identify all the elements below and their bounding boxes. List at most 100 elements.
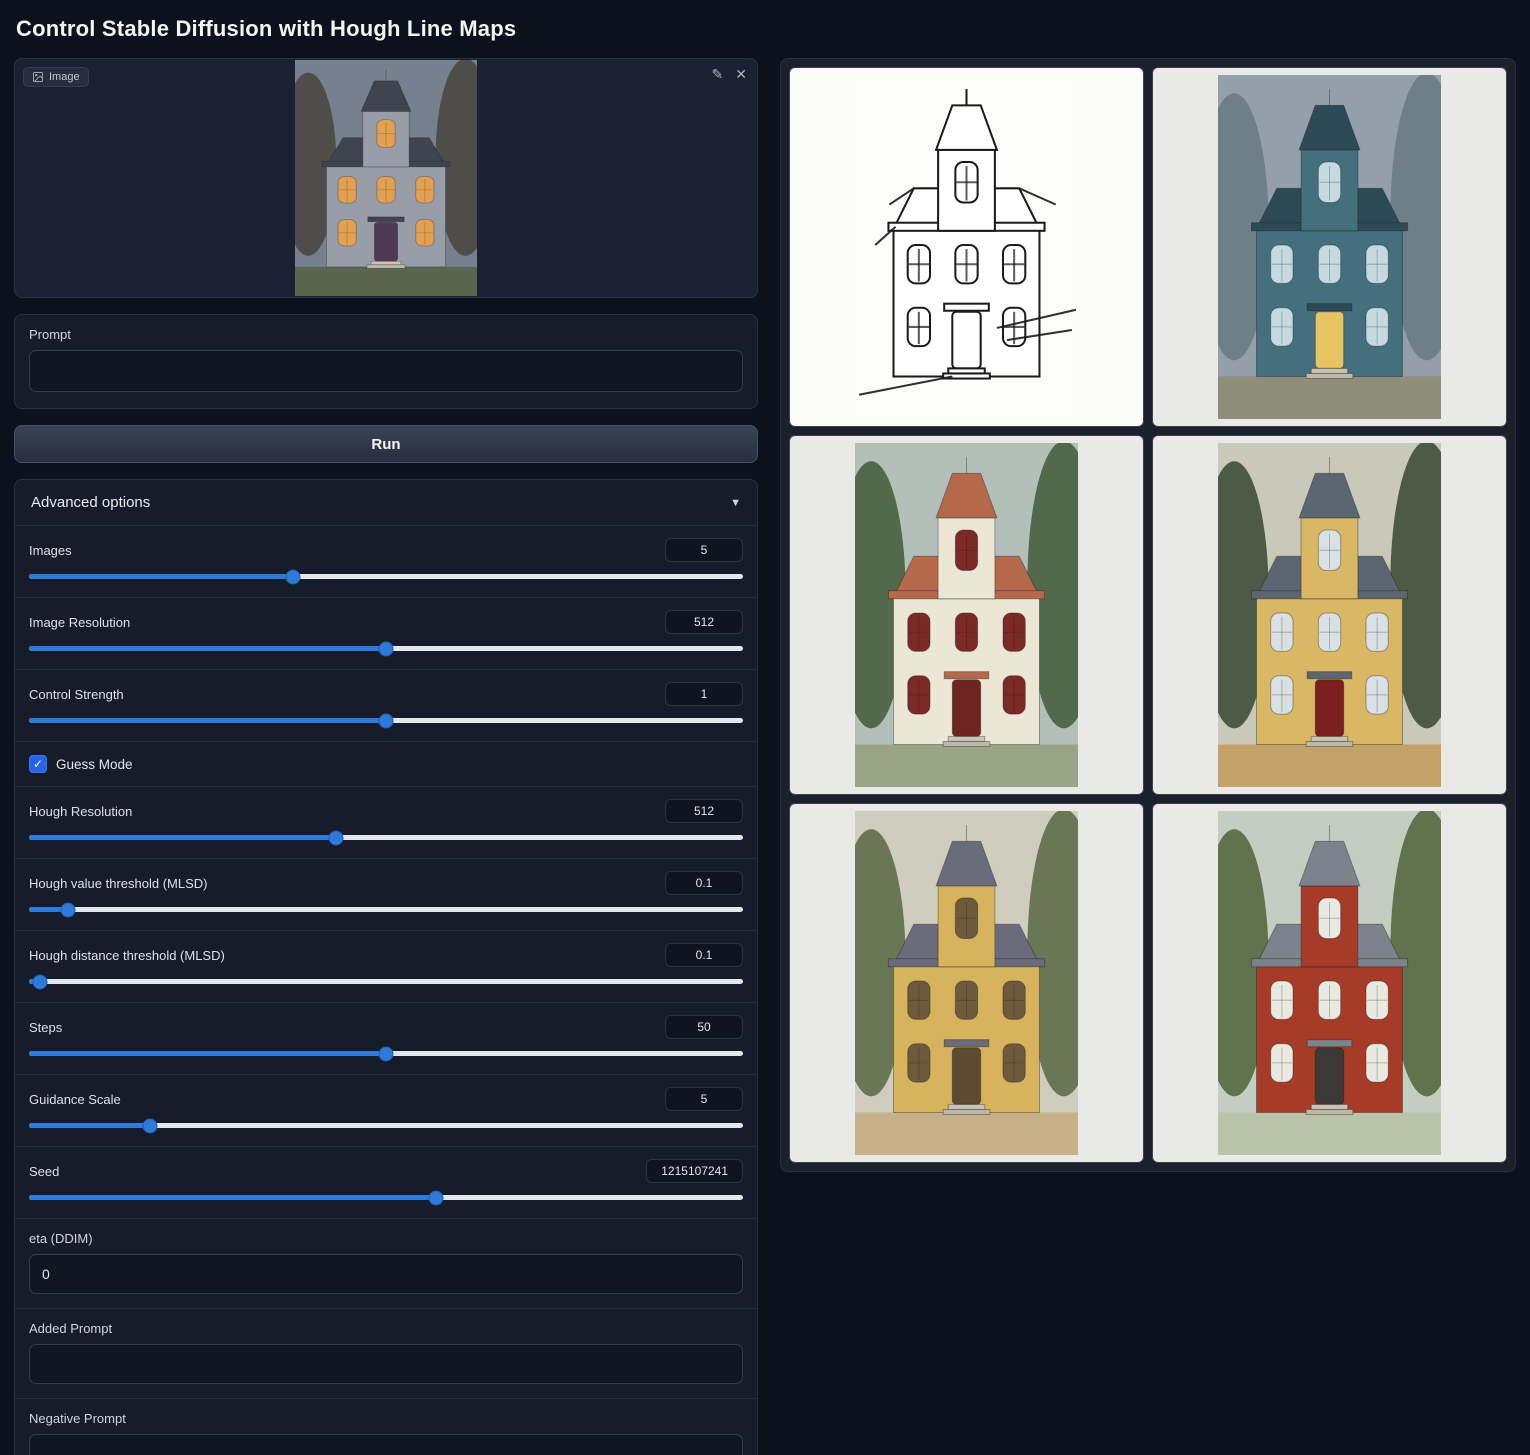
- hough-line-map-image: [855, 75, 1078, 419]
- gallery-item-hough-line-map[interactable]: [789, 67, 1144, 427]
- slider-row-seed: Seed 1215107241: [15, 1146, 757, 1218]
- left-column: Image ✎ ✕ Prompt Run Advanced options ▼: [14, 58, 758, 1455]
- slider-value-image-resolution[interactable]: 512: [665, 610, 743, 634]
- slider-row-hough-value-threshold-mlsd: Hough value threshold (MLSD) 0.1: [15, 858, 757, 930]
- eta-ddim-input[interactable]: [29, 1254, 743, 1294]
- slider-track-hough-value-threshold-mlsd[interactable]: [29, 907, 743, 912]
- prompt-input[interactable]: [29, 350, 743, 392]
- image-icon: [32, 71, 44, 83]
- app: Control Stable Diffusion with Hough Line…: [0, 0, 1530, 1455]
- slider-handle-hough-value-threshold-mlsd[interactable]: [61, 902, 76, 917]
- image-wrap: [15, 59, 757, 297]
- edit-image-button[interactable]: ✎: [712, 67, 724, 81]
- slider-value-guidance-scale[interactable]: 5: [665, 1087, 743, 1111]
- slider-track-image-resolution[interactable]: [29, 646, 743, 651]
- field-label-eta-ddim: eta (DDIM): [29, 1231, 743, 1246]
- gallery-item-red-brick-house-painting[interactable]: [1152, 803, 1507, 1163]
- slider-row-images: Images 5: [15, 525, 757, 597]
- slider-fill-image-resolution: [29, 646, 386, 651]
- slider-label-guidance-scale: Guidance Scale: [29, 1092, 121, 1107]
- right-column: [780, 58, 1516, 1172]
- slider-row-steps: Steps 50: [15, 1002, 757, 1074]
- gallery-item-golden-victorian-painting[interactable]: [789, 803, 1144, 1163]
- slider-fill-steps: [29, 1051, 386, 1056]
- slider-label-hough-value-threshold-mlsd: Hough value threshold (MLSD): [29, 876, 207, 891]
- slider-row-guidance-scale: Guidance Scale 5: [15, 1074, 757, 1146]
- slider-value-hough-value-threshold-mlsd[interactable]: 0.1: [665, 871, 743, 895]
- mustard-house-painting-image: [1218, 443, 1441, 787]
- page-title: Control Stable Diffusion with Hough Line…: [16, 16, 1516, 42]
- teal-victorian-painting-image: [1218, 75, 1441, 419]
- slider-label-hough-resolution: Hough Resolution: [29, 804, 132, 819]
- slider-label-image-resolution: Image Resolution: [29, 615, 130, 630]
- slider-row-image-resolution: Image Resolution 512: [15, 597, 757, 669]
- field-label-added-prompt: Added Prompt: [29, 1321, 743, 1336]
- red-brick-house-painting-image: [1218, 811, 1441, 1155]
- image-upload-component[interactable]: Image ✎ ✕: [14, 58, 758, 298]
- slider-row-control-strength: Control Strength 1: [15, 669, 757, 741]
- slider-value-steps[interactable]: 50: [665, 1015, 743, 1039]
- slider-value-images[interactable]: 5: [665, 538, 743, 562]
- gallery-item-teal-victorian-painting[interactable]: [1152, 67, 1507, 427]
- advanced-options-panel: Advanced options ▼ Images 5 Image Resoluti…: [14, 479, 758, 1455]
- slider-handle-control-strength[interactable]: [379, 713, 394, 728]
- advanced-options-label: Advanced options: [31, 494, 150, 511]
- slider-handle-guidance-scale[interactable]: [143, 1118, 158, 1133]
- image-actions: ✎ ✕: [712, 67, 747, 81]
- slider-handle-images[interactable]: [286, 569, 301, 584]
- slider-handle-hough-resolution[interactable]: [329, 830, 344, 845]
- golden-victorian-painting-image: [855, 811, 1078, 1155]
- prompt-label: Prompt: [29, 327, 743, 342]
- gallery-item-mustard-house-painting[interactable]: [1152, 435, 1507, 795]
- image-label-text: Image: [49, 71, 80, 83]
- added-prompt-input[interactable]: [29, 1344, 743, 1384]
- result-gallery: [780, 58, 1516, 1172]
- slider-fill-guidance-scale: [29, 1123, 150, 1128]
- slider-value-seed[interactable]: 1215107241: [646, 1159, 743, 1183]
- clear-image-button[interactable]: ✕: [735, 67, 747, 81]
- white-victorian-painting-image: [855, 443, 1078, 787]
- field-row-added-prompt: Added Prompt: [15, 1308, 757, 1398]
- slider-track-control-strength[interactable]: [29, 718, 743, 723]
- slider-handle-steps[interactable]: [379, 1046, 394, 1061]
- slider-track-seed[interactable]: [29, 1195, 743, 1200]
- slider-label-seed: Seed: [29, 1164, 59, 1179]
- main-layout: Image ✎ ✕ Prompt Run Advanced options ▼: [14, 58, 1516, 1455]
- slider-value-hough-distance-threshold-mlsd[interactable]: 0.1: [665, 943, 743, 967]
- slider-handle-seed[interactable]: [428, 1190, 443, 1205]
- slider-label-control-strength: Control Strength: [29, 687, 124, 702]
- slider-label-images: Images: [29, 543, 72, 558]
- checkbox-label-guess-mode: Guess Mode: [56, 757, 133, 772]
- field-row-negative-prompt: Negative Prompt: [15, 1398, 757, 1455]
- field-row-eta-ddim: eta (DDIM): [15, 1218, 757, 1308]
- checkbox-row-guess-mode[interactable]: ✓ Guess Mode: [15, 741, 757, 786]
- negative-prompt-input[interactable]: [29, 1434, 743, 1455]
- slider-label-hough-distance-threshold-mlsd: Hough distance threshold (MLSD): [29, 948, 225, 963]
- slider-fill-hough-resolution: [29, 835, 336, 840]
- slider-track-guidance-scale[interactable]: [29, 1123, 743, 1128]
- slider-label-steps: Steps: [29, 1020, 62, 1035]
- slider-fill-control-strength: [29, 718, 386, 723]
- slider-value-hough-resolution[interactable]: 512: [665, 799, 743, 823]
- slider-handle-image-resolution[interactable]: [379, 641, 394, 656]
- prompt-group: Prompt: [14, 314, 758, 409]
- slider-fill-seed: [29, 1195, 436, 1200]
- image-label: Image: [23, 67, 89, 87]
- gallery-item-white-victorian-painting[interactable]: [789, 435, 1144, 795]
- slider-handle-hough-distance-threshold-mlsd[interactable]: [33, 974, 48, 989]
- advanced-rows: Images 5 Image Resolution 512 Control Streng…: [15, 525, 757, 1455]
- collapse-arrow-icon: ▼: [730, 497, 741, 509]
- guess-mode-checkbox[interactable]: ✓: [29, 755, 47, 773]
- slider-row-hough-distance-threshold-mlsd: Hough distance threshold (MLSD) 0.1: [15, 930, 757, 1002]
- slider-track-hough-distance-threshold-mlsd[interactable]: [29, 979, 743, 984]
- advanced-options-header[interactable]: Advanced options ▼: [15, 480, 757, 525]
- slider-track-images[interactable]: [29, 574, 743, 579]
- slider-value-control-strength[interactable]: 1: [665, 682, 743, 706]
- slider-row-hough-resolution: Hough Resolution 512: [15, 786, 757, 858]
- input-image[interactable]: [295, 60, 477, 296]
- slider-track-hough-resolution[interactable]: [29, 835, 743, 840]
- run-button[interactable]: Run: [14, 425, 758, 463]
- field-label-negative-prompt: Negative Prompt: [29, 1411, 743, 1426]
- checkmark-icon: ✓: [33, 758, 43, 770]
- slider-track-steps[interactable]: [29, 1051, 743, 1056]
